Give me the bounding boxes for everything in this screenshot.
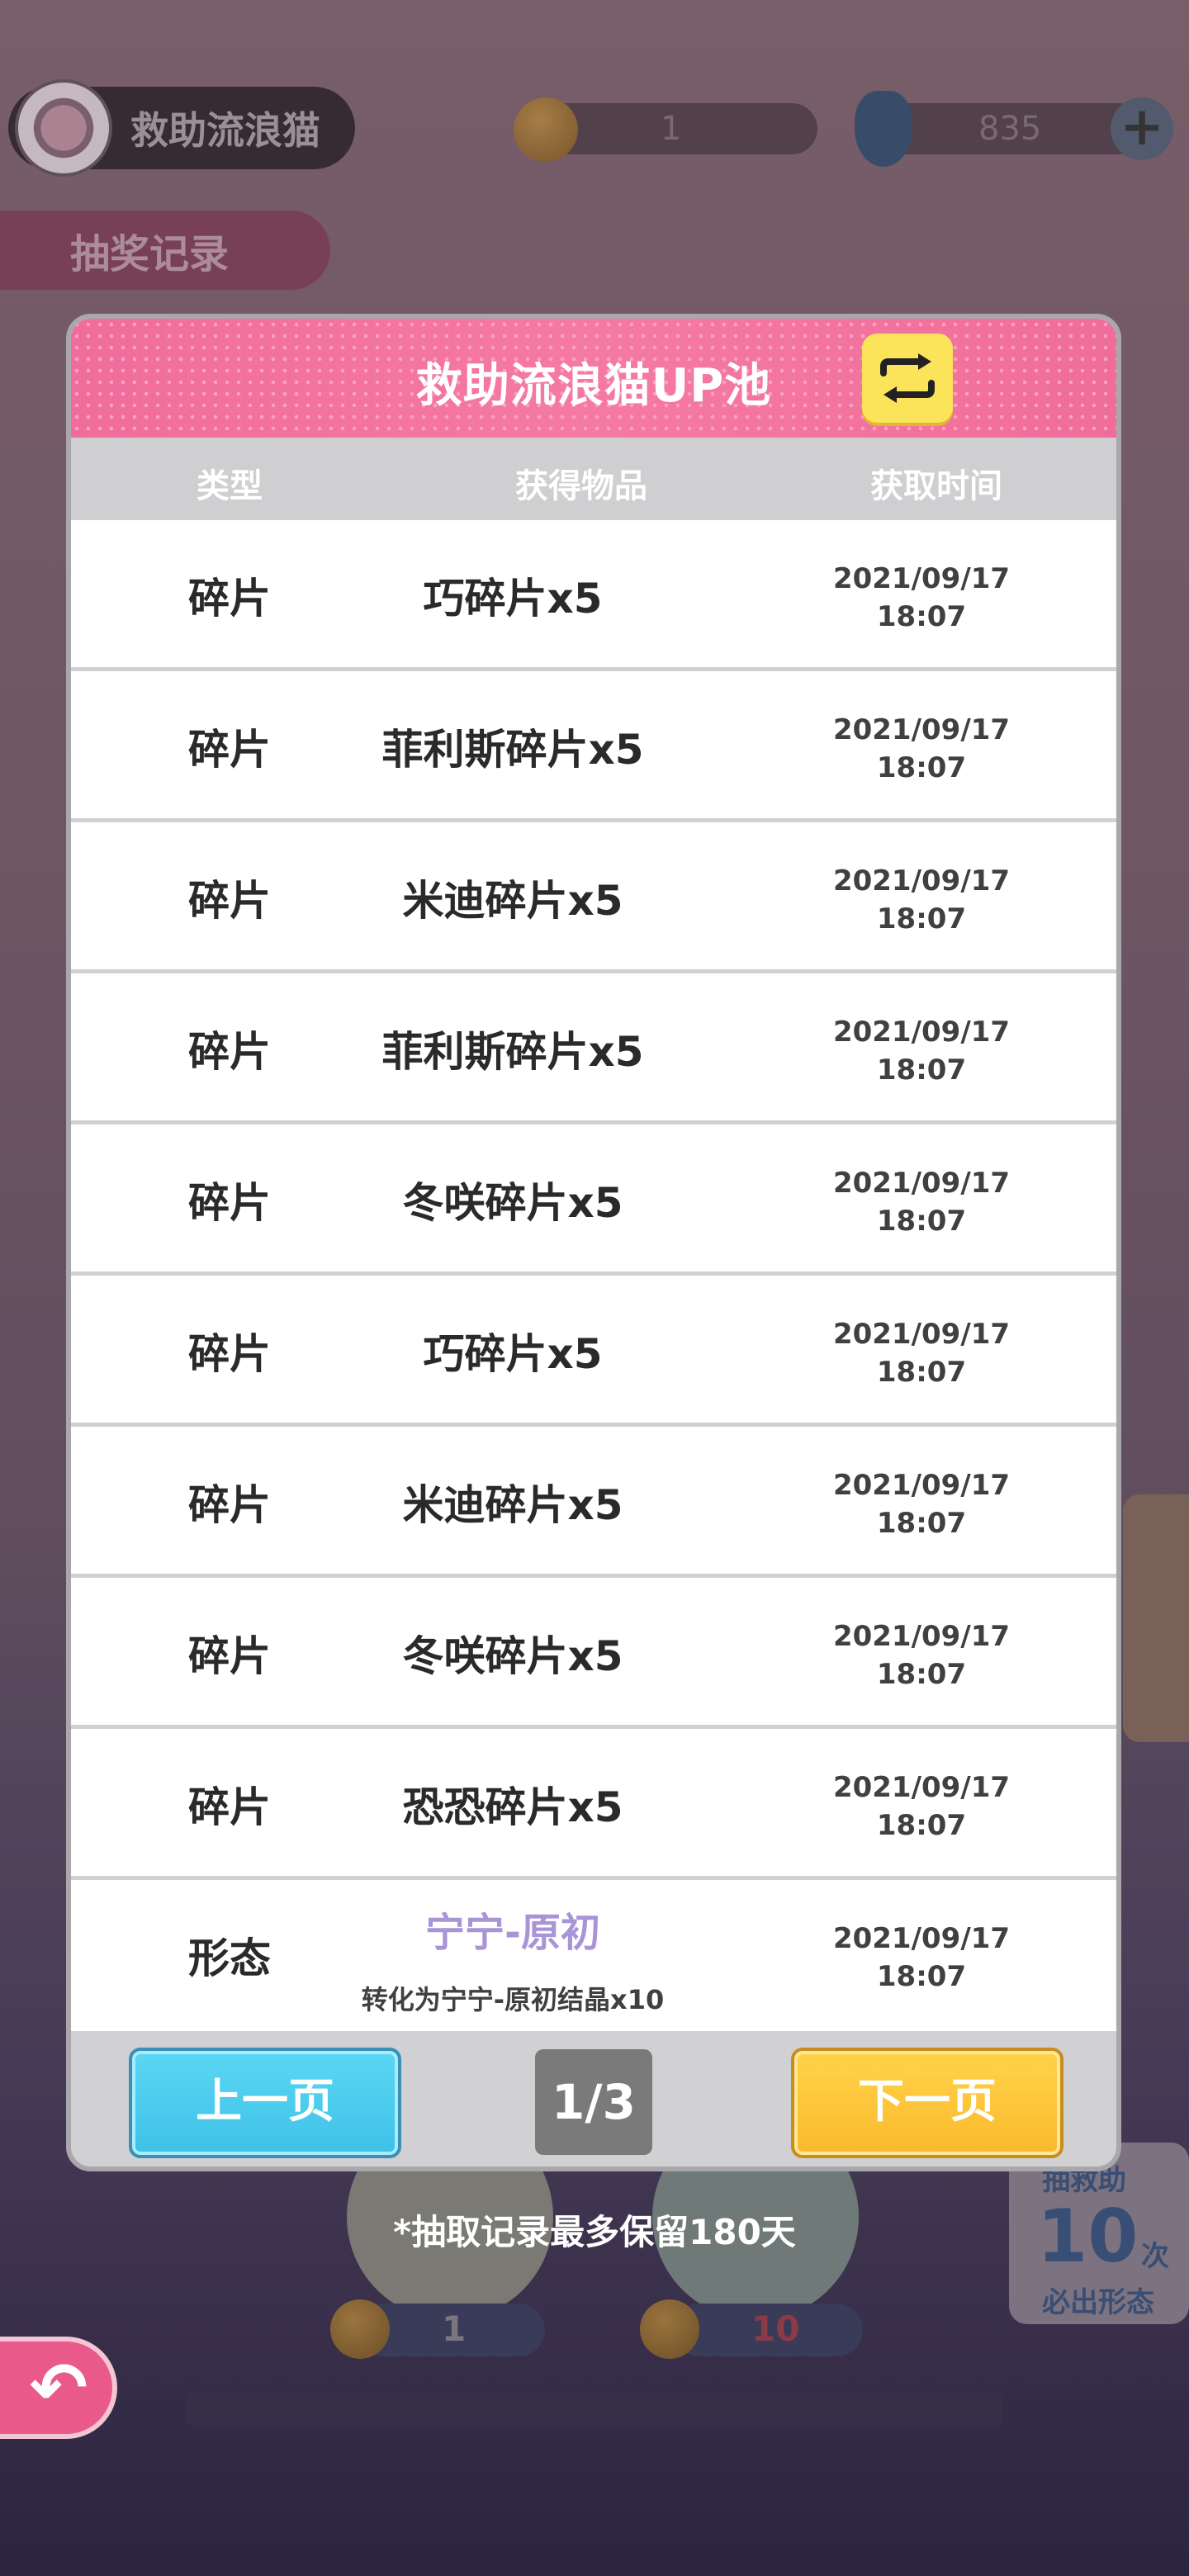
pity-label-bottom: 必出形态 bbox=[1042, 2286, 1154, 2319]
swap-arrows-icon bbox=[880, 353, 935, 403]
ten-draw-cost-value: 10 bbox=[751, 2308, 800, 2349]
gem-value: 835 bbox=[978, 110, 1042, 148]
row-form-item: 宁宁-原初 bbox=[425, 1910, 600, 1956]
row-time: 2021/09/17 18:07 bbox=[832, 1620, 1011, 1691]
single-draw-cost-value: 1 bbox=[442, 2308, 467, 2349]
page-indicator: 1/3 bbox=[535, 2049, 652, 2155]
table-row: 碎片 冬咲碎片x5 2021/09/17 18:07 bbox=[71, 1125, 1116, 1271]
row-time: 2021/09/17 18:07 bbox=[832, 1318, 1011, 1389]
row-item: 米迪碎片x5 bbox=[402, 1481, 623, 1529]
gem-icon bbox=[855, 91, 912, 167]
row-item: 菲利斯碎片x5 bbox=[381, 726, 644, 774]
row-item: 冬咲碎片x5 bbox=[402, 1179, 623, 1227]
row-time: 2021/09/17 18:07 bbox=[832, 562, 1011, 633]
back-arrow-icon: ↶ bbox=[29, 2347, 88, 2428]
column-time: 获取时间 bbox=[870, 467, 1002, 505]
row-time: 2021/09/17 18:07 bbox=[832, 1167, 1011, 1238]
draw-record-tab[interactable]: 抽奖记录 bbox=[0, 211, 330, 290]
row-item: 米迪碎片x5 bbox=[402, 877, 623, 925]
table-row-form: 形态 宁宁-原初 转化为宁宁-原初结晶x10 2021/09/17 18:07 bbox=[71, 1880, 1116, 2031]
coin-icon bbox=[330, 2299, 390, 2359]
column-type: 类型 bbox=[197, 467, 263, 505]
table-row: 碎片 冬咲碎片x5 2021/09/17 18:07 bbox=[71, 1578, 1116, 1725]
row-item: 冬咲碎片x5 bbox=[402, 1632, 623, 1680]
table-row: 碎片 菲利斯碎片x5 2021/09/17 18:07 bbox=[71, 973, 1116, 1120]
row-item: 恐恐碎片x5 bbox=[402, 1783, 623, 1831]
row-time: 2021/09/17 18:07 bbox=[832, 1771, 1011, 1842]
row-time: 2021/09/17 18:07 bbox=[832, 864, 1011, 935]
back-button[interactable]: ↶ bbox=[0, 2337, 117, 2439]
table-row: 碎片 米迪碎片x5 2021/09/17 18:07 bbox=[71, 822, 1116, 969]
row-time: 2021/09/17 18:07 bbox=[832, 1922, 1011, 1993]
retention-note: *抽取记录最多保留180天 bbox=[393, 2212, 796, 2252]
table-row: 碎片 菲利斯碎片x5 2021/09/17 18:07 bbox=[71, 671, 1116, 818]
background-box-decoration bbox=[1123, 1494, 1189, 1742]
ten-draw-cost: 10 bbox=[673, 2304, 863, 2356]
prev-page-button[interactable]: 上一页 bbox=[129, 2048, 401, 2158]
table-row: 碎片 恐恐碎片x5 2021/09/17 18:07 bbox=[71, 1729, 1116, 1876]
row-time: 2021/09/17 18:07 bbox=[832, 713, 1011, 784]
column-item: 获得物品 bbox=[515, 467, 647, 505]
modal-title: 救助流浪猫UP池 bbox=[415, 359, 772, 413]
modal-header: 救助流浪猫UP池 bbox=[71, 319, 1116, 438]
row-conversion-note: 转化为宁宁-原初结晶x10 bbox=[361, 1984, 665, 2015]
table-row: 碎片 米迪碎片x5 2021/09/17 18:07 bbox=[71, 1427, 1116, 1574]
next-page-button[interactable]: 下一页 bbox=[791, 2048, 1063, 2158]
coin-value: 1 bbox=[661, 110, 682, 148]
table-header: 类型 获得物品 获取时间 bbox=[71, 438, 1116, 520]
event-name: 救助流浪猫 bbox=[130, 108, 320, 153]
draw-record-tab-label: 抽奖记录 bbox=[70, 231, 230, 277]
row-time: 2021/09/17 18:07 bbox=[832, 1016, 1011, 1087]
row-item: 菲利斯碎片x5 bbox=[381, 1028, 644, 1076]
row-item: 巧碎片x5 bbox=[423, 1330, 603, 1378]
table-row: 碎片 巧碎片x5 2021/09/17 18:07 bbox=[71, 520, 1116, 667]
background-note-text bbox=[186, 2393, 1003, 2426]
coin-icon bbox=[640, 2299, 699, 2359]
draw-record-modal: 救助流浪猫UP池 类型 获得物品 获取时间 碎片 巧碎片x5 2021/09/1… bbox=[66, 314, 1121, 2171]
pagination-bar: 上一页 1/3 下一页 bbox=[71, 2031, 1116, 2166]
coin-icon bbox=[514, 97, 578, 162]
table-row: 碎片 巧碎片x5 2021/09/17 18:07 bbox=[71, 1276, 1116, 1423]
row-time: 2021/09/17 18:07 bbox=[832, 1469, 1011, 1540]
cat-avatar-icon bbox=[15, 79, 112, 177]
switch-pool-button[interactable] bbox=[862, 334, 953, 423]
event-badge[interactable]: 救助流浪猫 bbox=[8, 79, 355, 177]
row-item: 巧碎片x5 bbox=[423, 575, 603, 623]
add-gems-button[interactable]: + bbox=[1111, 97, 1173, 160]
record-list[interactable]: 碎片 巧碎片x5 2021/09/17 18:07 碎片 菲利斯碎片x5 2021… bbox=[71, 520, 1116, 2031]
